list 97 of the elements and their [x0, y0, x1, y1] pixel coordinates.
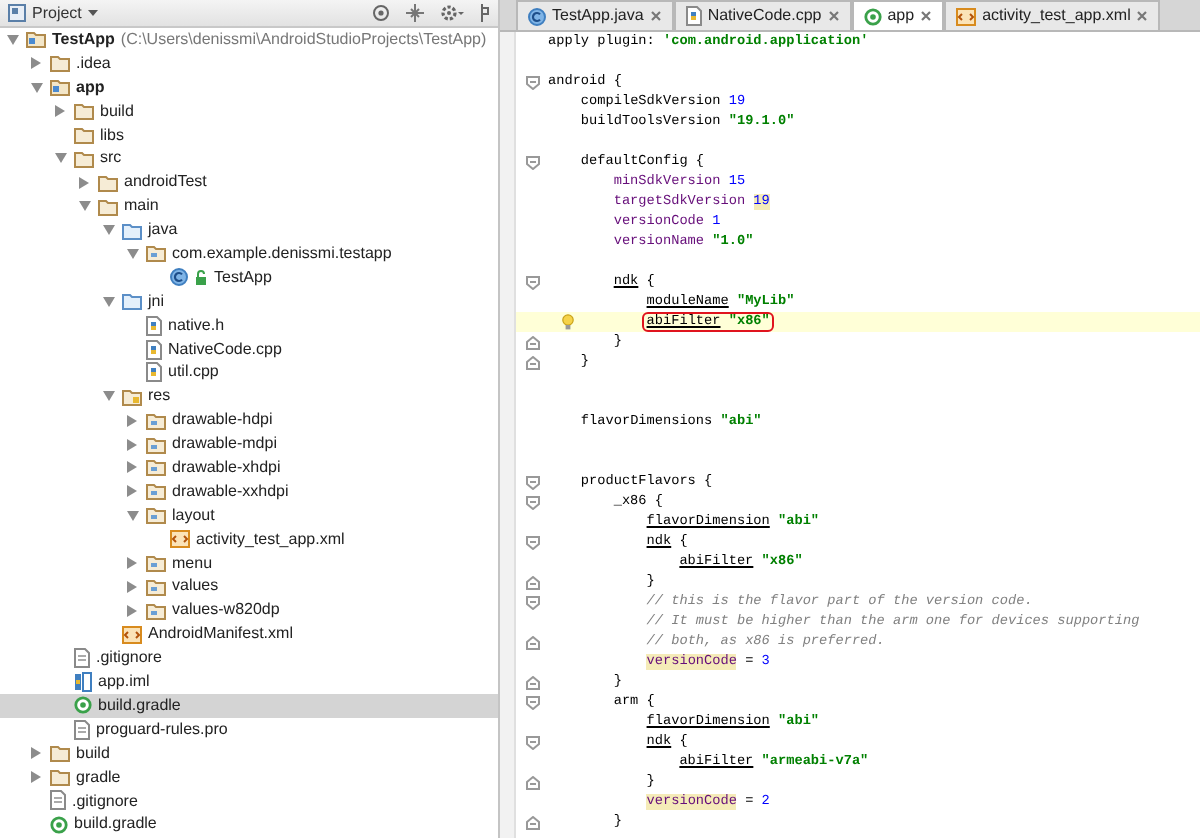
fold-icon: [525, 75, 539, 89]
fold-icon: [525, 695, 539, 709]
tree-item[interactable]: com.example.denissmi.testapp: [0, 242, 498, 266]
module-file-icon: [74, 671, 92, 692]
folder-icon: [146, 411, 166, 430]
tree-item[interactable]: .gitignore: [0, 789, 498, 813]
tree-item[interactable]: menu: [0, 551, 498, 575]
tree-item[interactable]: build.gradle: [0, 812, 498, 837]
gradle-file-icon: [863, 7, 882, 25]
class-icon: [528, 7, 546, 25]
tree-item[interactable]: drawable-xhdpi: [0, 456, 498, 480]
source-folder-icon: [122, 292, 142, 311]
unfold-icon: [525, 635, 539, 649]
tree-item[interactable]: build: [0, 741, 498, 766]
folder-icon: [146, 435, 166, 454]
scroll-from-source-icon: [372, 4, 390, 22]
module-folder-icon: [26, 30, 46, 49]
unfold-icon: [525, 335, 539, 349]
lightbulb-icon: [562, 314, 574, 330]
editor-tab[interactable]: activity_test_app.xml: [944, 0, 1161, 30]
project-path: (C:\Users\denissmi\AndroidStudioProjects\TestApp): [120, 28, 487, 52]
tree-item[interactable]: build: [0, 99, 498, 124]
caret-icon: [87, 10, 98, 16]
unfold-icon: [525, 355, 539, 369]
tree-item[interactable]: activity_test_app.xml: [0, 527, 498, 552]
close-icon: [1136, 10, 1149, 22]
tree-item[interactable]: TestApp (C:\Users\denissmi\AndroidStudioProjects\TestApp): [0, 28, 498, 52]
xml-file-icon: [170, 530, 190, 549]
folder-icon: [50, 54, 70, 73]
fold-icon: [525, 595, 539, 609]
text-file-icon: [74, 648, 90, 669]
tree-item[interactable]: util.cpp: [0, 360, 498, 385]
tree-item[interactable]: res: [0, 384, 498, 409]
folder-icon: [146, 577, 166, 596]
fold-icon: [525, 535, 539, 549]
tree-item[interactable]: values-w820dp: [0, 598, 498, 623]
text-file-icon: [74, 719, 90, 740]
tree-item[interactable]: main: [0, 194, 498, 219]
xml-file-icon: [122, 625, 142, 644]
gradle-file-icon: [74, 696, 92, 715]
tree-item[interactable]: java: [0, 218, 498, 243]
document-icon: [685, 6, 702, 26]
folder-icon: [146, 458, 166, 477]
folder-icon: [146, 482, 166, 501]
gradle-file-icon: [50, 815, 68, 834]
tree-item[interactable]: src: [0, 146, 498, 171]
lock-icon: [194, 269, 208, 286]
project-view-dropdown[interactable]: Project: [0, 0, 106, 26]
tree-item[interactable]: libs: [0, 123, 498, 147]
resource-folder-icon: [122, 387, 142, 406]
tree-item[interactable]: app: [0, 75, 498, 100]
tree-item[interactable]: native.h: [0, 313, 498, 338]
fold-icon: [525, 735, 539, 749]
folder-icon: [146, 601, 166, 620]
tree-item[interactable]: drawable-xxhdpi: [0, 479, 498, 504]
unfold-icon: [525, 575, 539, 589]
source-folder-icon: [122, 221, 142, 240]
pin-icon: [480, 4, 490, 22]
tree-item[interactable]: androidTest: [0, 170, 498, 195]
fold-icon: [525, 275, 539, 289]
tree-item[interactable]: gradle: [0, 765, 498, 789]
unfold-icon: [525, 775, 539, 789]
tree-item[interactable]: values: [0, 574, 498, 599]
document-icon: [146, 315, 162, 336]
xml-file-icon: [956, 7, 977, 25]
tree-item[interactable]: AndroidManifest.xml: [0, 622, 498, 647]
tree-item[interactable]: layout: [0, 503, 498, 528]
folder-icon: [146, 244, 166, 263]
folder-icon: [146, 554, 166, 573]
fold-icon: [525, 155, 539, 169]
fold-icon: [525, 495, 539, 509]
close-icon: [827, 10, 840, 22]
tree-item[interactable]: drawable-hdpi: [0, 408, 498, 433]
tree-item[interactable]: build.gradle: [0, 693, 498, 718]
fold-icon: [525, 475, 539, 489]
close-icon: [649, 10, 662, 22]
tree-item[interactable]: .idea: [0, 51, 498, 76]
tree-item[interactable]: drawable-mdpi: [0, 432, 498, 457]
unfold-icon: [525, 675, 539, 689]
close-icon: [920, 10, 933, 22]
tree-item[interactable]: .gitignore: [0, 646, 498, 671]
tree-item[interactable]: app.iml: [0, 670, 498, 694]
editor-tab[interactable]: NativeCode.cpp: [673, 0, 852, 30]
settings-icon: [440, 4, 464, 22]
module-folder-icon: [50, 78, 70, 97]
tree-item[interactable]: proguard-rules.pro: [0, 717, 498, 742]
unfold-icon: [525, 815, 539, 829]
editor-tab[interactable]: TestApp.java: [516, 0, 674, 30]
text-file-icon: [50, 790, 66, 811]
tree-item[interactable]: jni: [0, 289, 498, 314]
editor-tab[interactable]: app: [851, 0, 945, 30]
class-icon: [170, 268, 188, 287]
tree-item[interactable]: TestApp: [0, 265, 498, 290]
folder-icon: [146, 506, 166, 525]
project-view-icon: [8, 4, 26, 22]
collapse-all-icon: [406, 4, 424, 22]
tree-item[interactable]: NativeCode.cpp: [0, 337, 498, 361]
